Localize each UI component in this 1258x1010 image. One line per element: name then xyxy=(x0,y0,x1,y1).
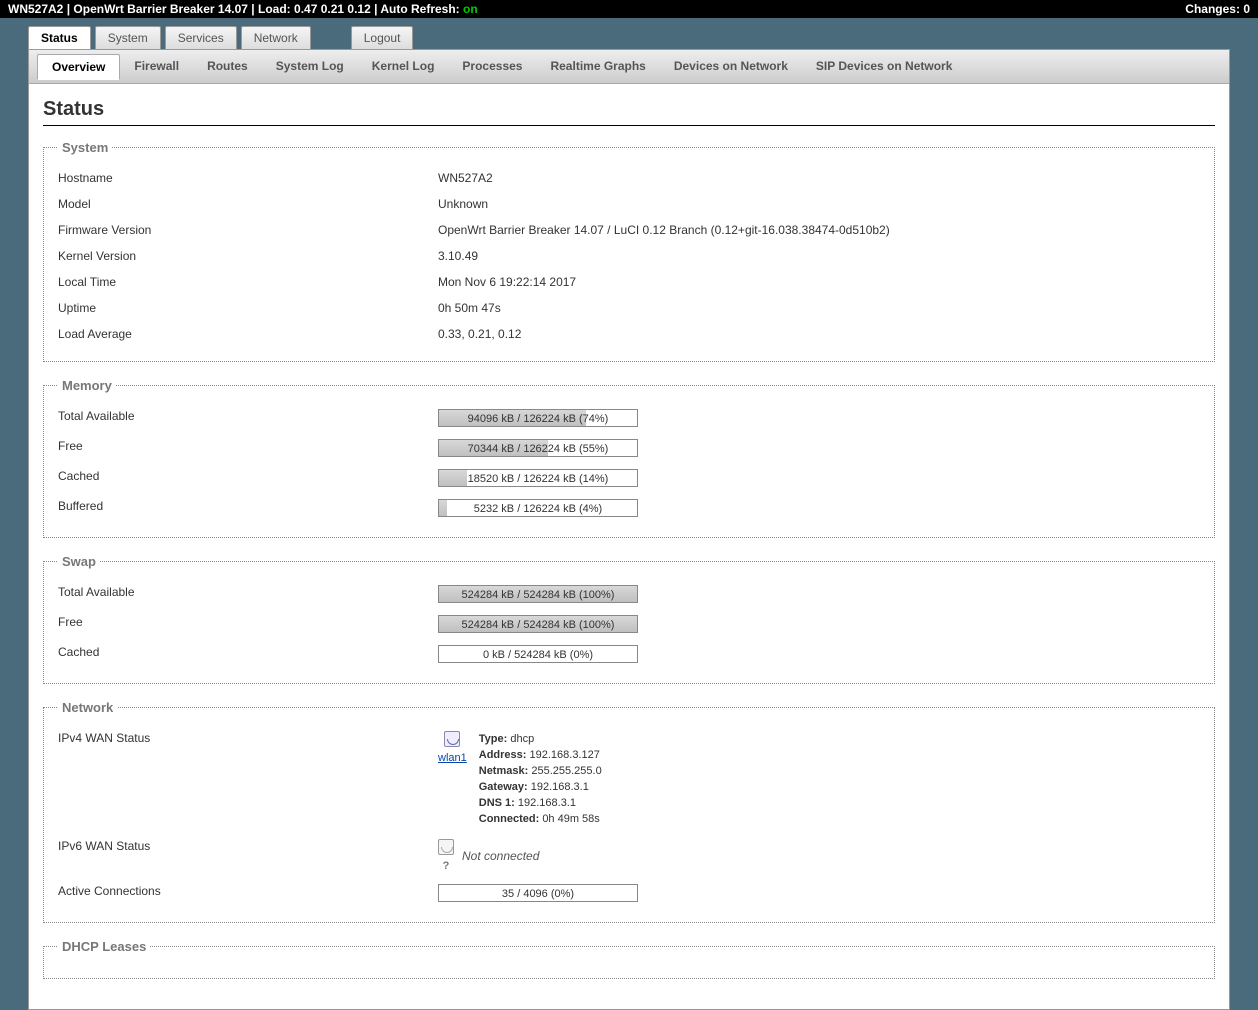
fw-value: OpenWrt Barrier Breaker 14.07 / LuCI 0.1… xyxy=(438,223,1200,237)
la-value: 0.33, 0.21, 0.12 xyxy=(438,327,1200,341)
time-label: Local Time xyxy=(58,275,438,289)
kernel-value: 3.10.49 xyxy=(438,249,1200,263)
swap-free-bar: 524284 kB / 524284 kB (100%) xyxy=(438,615,638,633)
mem-buf-label: Buffered xyxy=(58,499,438,517)
ac-bar: 35 / 4096 (0%) xyxy=(438,884,638,902)
topbar-left: WN527A2 | OpenWrt Barrier Breaker 14.07 … xyxy=(8,2,478,16)
swap-cached-label: Cached xyxy=(58,645,438,663)
topbar-firmware: OpenWrt Barrier Breaker 14.07 xyxy=(73,2,248,16)
legend-swap: Swap xyxy=(58,554,100,569)
tab-network[interactable]: Network xyxy=(241,26,311,49)
fw-label: Firmware Version xyxy=(58,223,438,237)
hostname-label: Hostname xyxy=(58,171,438,185)
kernel-label: Kernel Version xyxy=(58,249,438,263)
section-system: System HostnameWN527A2 ModelUnknown Firm… xyxy=(43,140,1215,362)
mem-buf-bar: 5232 kB / 126224 kB (4%) xyxy=(438,499,638,517)
subtab-realtime[interactable]: Realtime Graphs xyxy=(536,54,659,79)
ac-text: 35 / 4096 (0%) xyxy=(439,885,637,903)
tab-logout[interactable]: Logout xyxy=(351,26,414,49)
swap-cached-bar: 0 kB / 524284 kB (0%) xyxy=(438,645,638,663)
swap-cached-text: 0 kB / 524284 kB (0%) xyxy=(439,646,637,664)
topbar-autorefresh-label: Auto Refresh: xyxy=(380,2,459,16)
wan-details: Type: dhcp Address: 192.168.3.127 Netmas… xyxy=(479,731,602,827)
swap-total-label: Total Available xyxy=(58,585,438,603)
ipv4-wan-block: wlan1 Type: dhcp Address: 192.168.3.127 … xyxy=(438,731,1200,827)
mem-cached-text: 18520 kB / 126224 kB (14%) xyxy=(439,470,637,488)
tab-status[interactable]: Status xyxy=(28,26,91,49)
topbar-hostname: WN527A2 xyxy=(8,2,63,16)
subtab-firewall[interactable]: Firewall xyxy=(120,54,193,79)
legend-network: Network xyxy=(58,700,117,715)
ipv6-notconnected: ? Not connected xyxy=(438,839,1200,872)
topbar-load: 0.47 0.21 0.12 xyxy=(294,2,371,16)
swap-free-text: 524284 kB / 524284 kB (100%) xyxy=(439,616,637,634)
ipv6-label: IPv6 WAN Status xyxy=(58,839,438,872)
topbar: WN527A2 | OpenWrt Barrier Breaker 14.07 … xyxy=(0,0,1258,18)
hostname-value: WN527A2 xyxy=(438,171,1200,185)
legend-system: System xyxy=(58,140,112,155)
section-network: Network IPv4 WAN Status wlan1 Type: dhcp… xyxy=(43,700,1215,923)
swap-free-label: Free xyxy=(58,615,438,633)
topbar-autorefresh[interactable]: on xyxy=(463,2,478,16)
ipv4-label: IPv4 WAN Status xyxy=(58,731,438,827)
tab-services[interactable]: Services xyxy=(165,26,237,49)
sub-tabs: Overview Firewall Routes System Log Kern… xyxy=(29,50,1229,84)
wan-iface: wlan1 xyxy=(438,731,467,764)
legend-dhcp: DHCP Leases xyxy=(58,939,150,954)
wan-iface-link[interactable]: wlan1 xyxy=(438,752,467,764)
uptime-label: Uptime xyxy=(58,301,438,315)
tab-system[interactable]: System xyxy=(95,26,161,49)
swap-total-text: 524284 kB / 524284 kB (100%) xyxy=(439,586,637,604)
topbar-changes[interactable]: Changes: 0 xyxy=(1185,2,1250,16)
unknown-iface-icon: ? xyxy=(438,839,454,872)
main-tabs: Status System Services Network Logout xyxy=(28,26,1258,49)
subtab-devices[interactable]: Devices on Network xyxy=(660,54,802,79)
swap-total-bar: 524284 kB / 524284 kB (100%) xyxy=(438,585,638,603)
la-label: Load Average xyxy=(58,327,438,341)
topbar-load-label: Load: xyxy=(258,2,291,16)
mem-buf-text: 5232 kB / 126224 kB (4%) xyxy=(439,500,637,518)
mem-total-label: Total Available xyxy=(58,409,438,427)
subtab-processes[interactable]: Processes xyxy=(448,54,536,79)
uptime-value: 0h 50m 47s xyxy=(438,301,1200,315)
legend-memory: Memory xyxy=(58,378,116,393)
mem-free-bar: 70344 kB / 126224 kB (55%) xyxy=(438,439,638,457)
subtab-overview[interactable]: Overview xyxy=(37,54,120,80)
mem-free-text: 70344 kB / 126224 kB (55%) xyxy=(439,440,637,458)
wireless-icon xyxy=(444,731,460,747)
subtab-routes[interactable]: Routes xyxy=(193,54,262,79)
mem-total-text: 94096 kB / 126224 kB (74%) xyxy=(439,410,637,428)
time-value: Mon Nov 6 19:22:14 2017 xyxy=(438,275,1200,289)
section-dhcp: DHCP Leases xyxy=(43,939,1215,979)
ac-label: Active Connections xyxy=(58,884,438,902)
subtab-sip[interactable]: SIP Devices on Network xyxy=(802,54,967,79)
section-swap: Swap Total Available524284 kB / 524284 k… xyxy=(43,554,1215,684)
mem-cached-bar: 18520 kB / 126224 kB (14%) xyxy=(438,469,638,487)
model-value: Unknown xyxy=(438,197,1200,211)
mem-free-label: Free xyxy=(58,439,438,457)
mem-cached-label: Cached xyxy=(58,469,438,487)
section-memory: Memory Total Available94096 kB / 126224 … xyxy=(43,378,1215,538)
subtab-systemlog[interactable]: System Log xyxy=(262,54,358,79)
model-label: Model xyxy=(58,197,438,211)
mem-total-bar: 94096 kB / 126224 kB (74%) xyxy=(438,409,638,427)
page-title: Status xyxy=(43,98,1215,126)
subtab-kernellog[interactable]: Kernel Log xyxy=(358,54,449,79)
content-area: Overview Firewall Routes System Log Kern… xyxy=(28,49,1230,1010)
